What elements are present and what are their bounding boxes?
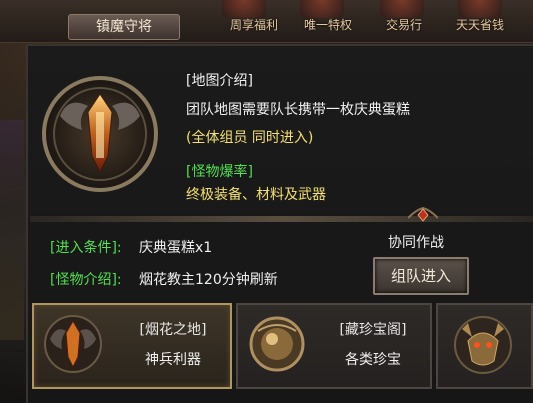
section-divider bbox=[30, 216, 533, 222]
monster-intro-label: [怪物介绍]: bbox=[50, 272, 122, 288]
card-name: [藏珍宝阁] bbox=[339, 322, 407, 338]
dragon-emblem-icon bbox=[42, 76, 158, 192]
demon-mask-icon bbox=[454, 316, 512, 374]
top-bar: 镇魔守将 周享福利 唯一特权 交易行 天天省钱 bbox=[0, 0, 533, 43]
entry-condition-value: 庆典蛋糕x1 bbox=[139, 240, 213, 256]
card-name: [烟花之地] bbox=[139, 322, 207, 338]
card-sub: 各类珍宝 bbox=[345, 352, 401, 368]
nav-welfare[interactable]: 周享福利 bbox=[230, 16, 278, 33]
coop-title: 协同作战 bbox=[388, 235, 444, 251]
drop-rate-heading: [怪物爆率] bbox=[186, 164, 253, 180]
map-card-treasure[interactable]: [藏珍宝阁] 各类珍宝 bbox=[236, 303, 432, 389]
nav-privilege[interactable]: 唯一特权 bbox=[304, 16, 352, 33]
character-title: 镇魔守将 bbox=[68, 14, 180, 40]
team-enter-button[interactable]: 组队进入 bbox=[373, 257, 469, 295]
monster-intro-value: 烟花教主120分钟刷新 bbox=[139, 272, 278, 288]
drop-rate-desc: 终极装备、材料及武器 bbox=[186, 187, 326, 203]
card-sub: 神兵利器 bbox=[145, 352, 201, 368]
treasure-orb-icon bbox=[249, 316, 305, 372]
map-intro-desc: 团队地图需要队长携带一枚庆典蛋糕 bbox=[186, 102, 410, 118]
background-characters bbox=[0, 120, 24, 340]
nav-savings[interactable]: 天天省钱 bbox=[456, 16, 504, 33]
nav-trade[interactable]: 交易行 bbox=[386, 16, 422, 33]
entry-condition-label: [进入条件]: bbox=[50, 240, 122, 256]
gem-ornament-icon bbox=[408, 206, 438, 222]
map-card-demon[interactable] bbox=[436, 303, 533, 389]
map-intro-note: (全体组员 同时进入) bbox=[186, 130, 314, 146]
dragon-sword-icon bbox=[44, 315, 102, 373]
map-card-fireworks[interactable]: [烟花之地] 神兵利器 bbox=[32, 303, 232, 389]
map-intro-heading: [地图介绍] bbox=[186, 73, 253, 89]
